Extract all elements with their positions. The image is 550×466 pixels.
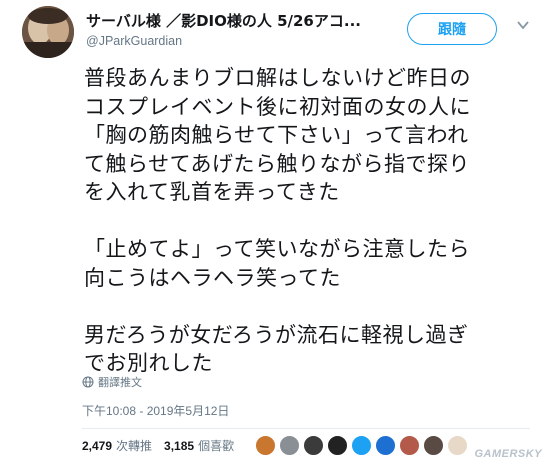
follow-button[interactable]: 跟隨 bbox=[407, 13, 497, 45]
tweet-card: サーバル様 ／影DIO様の人 5/26アコ... @JParkGuardian … bbox=[0, 0, 550, 466]
liker-avatar-5[interactable] bbox=[351, 435, 372, 456]
watermark: GAMERSKY bbox=[474, 448, 542, 460]
liker-avatar-2[interactable] bbox=[279, 435, 300, 456]
retweets-count: 2,479 bbox=[82, 439, 113, 453]
liker-avatar-4[interactable] bbox=[327, 435, 348, 456]
tweet-stats: 2,479 次轉推 3,185 個喜歡 bbox=[82, 437, 246, 454]
liker-avatar-6[interactable] bbox=[375, 435, 396, 456]
translate-label: 翻譯推文 bbox=[98, 376, 142, 389]
display-name[interactable]: サーバル様 ／影DIO様の人 5/26アコ... bbox=[86, 10, 361, 31]
tweet-timestamp[interactable]: 下午10:08 - 2019年5月12日 bbox=[82, 402, 229, 419]
chevron-down-icon[interactable] bbox=[516, 18, 530, 32]
user-handle[interactable]: @JParkGuardian bbox=[86, 34, 182, 48]
liker-avatar-9[interactable] bbox=[447, 435, 468, 456]
avatar-image bbox=[22, 6, 74, 58]
globe-icon bbox=[82, 376, 94, 388]
likes-label: 個喜歡 bbox=[198, 439, 235, 453]
divider bbox=[82, 428, 530, 429]
liker-avatars bbox=[255, 435, 468, 456]
liker-avatar-3[interactable] bbox=[303, 435, 324, 456]
liker-avatar-8[interactable] bbox=[423, 435, 444, 456]
translate-tweet-link[interactable]: 翻譯推文 bbox=[82, 374, 142, 390]
likes-stat[interactable]: 3,185 個喜歡 bbox=[164, 437, 246, 454]
liker-avatar-7[interactable] bbox=[399, 435, 420, 456]
user-avatar[interactable] bbox=[22, 6, 74, 58]
retweets-stat[interactable]: 2,479 次轉推 bbox=[82, 437, 164, 454]
retweets-label: 次轉推 bbox=[116, 439, 153, 453]
likes-count: 3,185 bbox=[164, 439, 195, 453]
liker-avatar-1[interactable] bbox=[255, 435, 276, 456]
tweet-text: 普段あんまりブロ解はしないけど昨日の コスプレイベント後に初対面の女の人に 「胸… bbox=[84, 66, 471, 375]
